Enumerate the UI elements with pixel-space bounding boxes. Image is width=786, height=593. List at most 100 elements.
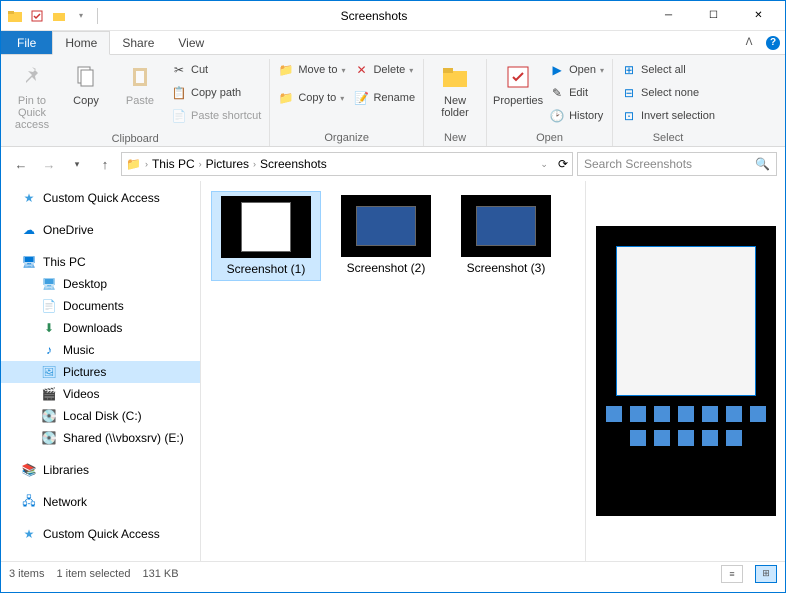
- status-size: 131 KB: [142, 568, 178, 580]
- file-item[interactable]: Screenshot (2): [331, 191, 441, 281]
- tab-file[interactable]: File: [1, 31, 52, 54]
- file-item[interactable]: Screenshot (1): [211, 191, 321, 281]
- edit-button[interactable]: ✎Edit: [547, 82, 606, 104]
- nav-downloads[interactable]: ⬇Downloads: [1, 317, 200, 339]
- select-none-button[interactable]: ⊟Select none: [619, 82, 717, 104]
- status-selected: 1 item selected: [56, 568, 130, 580]
- videos-icon: 🎬: [41, 386, 57, 402]
- nav-documents[interactable]: 📄Documents: [1, 295, 200, 317]
- pin-icon: [16, 61, 48, 93]
- star-icon: ★: [21, 190, 37, 206]
- tab-share[interactable]: Share: [110, 31, 166, 54]
- desktop-icon: 🖥: [41, 276, 57, 292]
- nav-videos[interactable]: 🎬Videos: [1, 383, 200, 405]
- folder-icon: 📁: [126, 157, 141, 171]
- close-button[interactable]: ✕: [736, 2, 781, 30]
- navigation-pane[interactable]: ★Custom Quick Access ☁OneDrive 🖥This PC …: [1, 181, 201, 561]
- search-input[interactable]: Search Screenshots 🔍: [577, 152, 777, 176]
- star-icon: ★: [21, 526, 37, 542]
- thumbnails-view-button[interactable]: ⊞: [755, 565, 777, 583]
- paste-icon: [124, 61, 156, 93]
- address-bar[interactable]: 📁 › This PC › Pictures › Screenshots ⌄ ⟳: [121, 152, 573, 176]
- breadcrumb-thispc[interactable]: This PC: [152, 157, 195, 171]
- history-button[interactable]: 🕑History: [547, 105, 606, 127]
- copy-to-button[interactable]: 📁Copy to▾: [276, 87, 347, 109]
- preview-image: [596, 226, 776, 516]
- libraries-icon: 📚: [21, 462, 37, 478]
- recent-dropdown[interactable]: ▾: [65, 152, 89, 176]
- forward-button[interactable]: →: [37, 152, 61, 176]
- nav-quick-access[interactable]: ★Custom Quick Access: [1, 187, 200, 209]
- refresh-button[interactable]: ⟳: [558, 157, 568, 171]
- new-folder-button[interactable]: New folder: [430, 59, 480, 121]
- ribbon-tabs: File Home Share View ᐱ ?: [1, 31, 785, 55]
- nav-shared[interactable]: 💽Shared (\\vboxsrv) (E:): [1, 427, 200, 449]
- new-folder-icon: [439, 61, 471, 93]
- group-clipboard-label: Clipboard: [7, 133, 263, 147]
- paste-shortcut-button[interactable]: 📄Paste shortcut: [169, 105, 263, 127]
- delete-button[interactable]: ✕Delete▾: [351, 59, 417, 81]
- move-to-icon: 📁: [278, 62, 294, 78]
- titlebar: ▾ Screenshots ─ ☐ ✕: [1, 1, 785, 31]
- edit-icon: ✎: [549, 85, 565, 101]
- pin-to-quick-access-button[interactable]: Pin to Quick access: [7, 59, 57, 133]
- qat-newfolder[interactable]: [49, 6, 69, 26]
- tab-view[interactable]: View: [166, 31, 216, 54]
- nav-local-disk[interactable]: 💽Local Disk (C:): [1, 405, 200, 427]
- copy-button[interactable]: Copy: [61, 59, 111, 109]
- rename-button[interactable]: 📝Rename: [351, 87, 417, 109]
- help-button[interactable]: ?: [761, 31, 785, 54]
- nav-music[interactable]: ♪Music: [1, 339, 200, 361]
- nav-libraries[interactable]: 📚Libraries: [1, 459, 200, 481]
- breadcrumb-screenshots[interactable]: Screenshots: [260, 157, 327, 171]
- nav-onedrive[interactable]: ☁OneDrive: [1, 219, 200, 241]
- tab-home[interactable]: Home: [52, 31, 110, 55]
- thumbnail-icon: [461, 195, 551, 257]
- open-button[interactable]: ▶Open▾: [547, 59, 606, 81]
- network-icon: 🖧: [21, 494, 37, 510]
- minimize-button[interactable]: ─: [646, 2, 691, 30]
- qat-dropdown[interactable]: ▾: [71, 6, 91, 26]
- delete-icon: ✕: [353, 62, 369, 78]
- window-title: Screenshots: [102, 9, 646, 23]
- thumbnail-icon: [341, 195, 431, 257]
- file-list[interactable]: Screenshot (1) Screenshot (2) Screenshot…: [201, 181, 585, 561]
- move-to-button[interactable]: 📁Move to▾: [276, 59, 347, 81]
- downloads-icon: ⬇: [41, 320, 57, 336]
- pc-icon: 🖥: [21, 254, 37, 270]
- invert-selection-icon: ⊡: [621, 108, 637, 124]
- select-all-icon: ⊞: [621, 62, 637, 78]
- nav-quick-access-2[interactable]: ★Custom Quick Access: [1, 523, 200, 545]
- paste-button[interactable]: Paste: [115, 59, 165, 109]
- copy-path-icon: 📋: [171, 85, 187, 101]
- address-dropdown[interactable]: ⌄: [540, 159, 548, 170]
- nav-this-pc[interactable]: 🖥This PC: [1, 251, 200, 273]
- rename-icon: 📝: [353, 90, 369, 106]
- folder-icon: [5, 6, 25, 26]
- details-view-button[interactable]: ≡: [721, 565, 743, 583]
- network-drive-icon: 💽: [41, 430, 57, 446]
- navbar: ← → ▾ ↑ 📁 › This PC › Pictures › Screens…: [1, 147, 785, 181]
- maximize-button[interactable]: ☐: [691, 2, 736, 30]
- file-item[interactable]: Screenshot (3): [451, 191, 561, 281]
- back-button[interactable]: ←: [9, 152, 33, 176]
- file-pane: Screenshot (1) Screenshot (2) Screenshot…: [201, 181, 785, 561]
- invert-selection-button[interactable]: ⊡Invert selection: [619, 105, 717, 127]
- pictures-icon: 🖼: [41, 364, 57, 380]
- search-icon: 🔍: [755, 157, 770, 171]
- onedrive-icon: ☁: [21, 222, 37, 238]
- copy-to-icon: 📁: [278, 90, 294, 106]
- cut-button[interactable]: ✂Cut: [169, 59, 263, 81]
- qat-properties[interactable]: [27, 6, 47, 26]
- collapse-ribbon-button[interactable]: ᐱ: [737, 31, 761, 54]
- up-button[interactable]: ↑: [93, 152, 117, 176]
- nav-desktop[interactable]: 🖥Desktop: [1, 273, 200, 295]
- nav-network[interactable]: 🖧Network: [1, 491, 200, 513]
- select-all-button[interactable]: ⊞Select all: [619, 59, 717, 81]
- properties-button[interactable]: Properties: [493, 59, 543, 109]
- group-new-label: New: [430, 132, 480, 146]
- nav-pictures[interactable]: 🖼Pictures: [1, 361, 200, 383]
- copy-path-button[interactable]: 📋Copy path: [169, 82, 263, 104]
- breadcrumb-pictures[interactable]: Pictures: [206, 157, 249, 171]
- status-bar: 3 items 1 item selected 131 KB ≡ ⊞: [1, 561, 785, 585]
